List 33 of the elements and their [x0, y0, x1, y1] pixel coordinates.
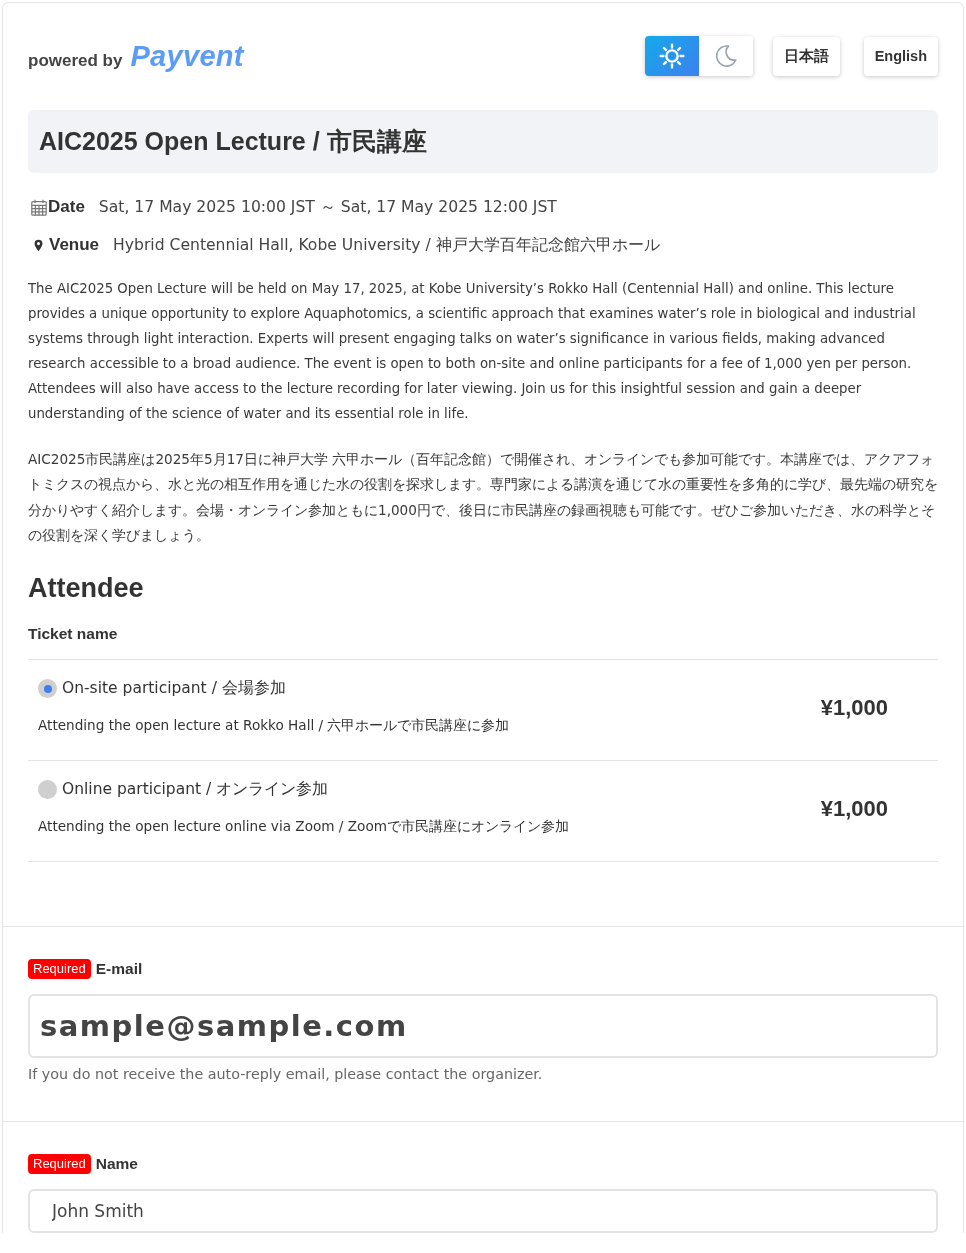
- description-paragraph: The AIC2025 Open Lecture will be held on May 17, 2025, at Kobe University’s Rokko Hall (Centennial Hall) and online. This lecture provides a unique opportunity to explore Aquaphotomics, a scientific approach that examines water’s role in biological and industrial systems through light interaction. Experts will present engaging talks on water’s significance in various fields, making advanced research accessible to a broad audience. The event is open to both on-site and online participants for a fee of 1,000 yen per person. Attendees will also have access to the lecture recording for later viewing. Join us for this insightful session and gain a deeper understanding of the science of water and its essential role in life.: [28, 280, 917, 423]
- calendar-icon: [31, 198, 47, 216]
- detail-value: Hybrid Centennial Hall, Kobe University / 神戸大学百年記念館六甲ホール: [113, 234, 660, 256]
- event-title: AIC2025 Open Lecture / 市民講座: [28, 110, 938, 173]
- field-hint: If you do not receive the auto-reply email, please contact the organizer.: [28, 1064, 544, 1084]
- email-field[interactable]: sample@sample.com: [28, 993, 938, 1058]
- light-mode-button[interactable]: [644, 36, 699, 76]
- radio-button[interactable]: [38, 679, 57, 699]
- field-label: E-mail: [95, 959, 143, 978]
- required-badge: Required: [28, 958, 91, 979]
- dark-mode-button[interactable]: [698, 36, 753, 76]
- detail-value: Sat, 17 May 2025 10:00 JST ～ Sat, 17 May 2025 12:00 JST: [98, 196, 557, 218]
- detail-label: Venue: [49, 235, 100, 255]
- required-badge: Required: [28, 1153, 91, 1174]
- ticket-price: ¥1,000: [820, 695, 888, 722]
- powered-by-text: powered by: [28, 50, 123, 71]
- description-paragraph: AIC2025市民講座は2025年5月17日に神戸大学 六甲ホール（百年記念館）で開催され、オンラインでも参加可能です。本講座では、アクアフォトミクスの視点から、水と光の相互作用を通じた水の役割を探求します。専門家による講演を通じて水の重要性を多角的に学び、最先端の研究を分かりやすく紹介します。会場・オンライン参加ともに1,000円で、後日に市民講座の録画視聴も可能です。ぜひご参加いただき、水の科学とその役割を深く学びましょう。: [28, 450, 938, 546]
- ticket-name[interactable]: Online participant / オンライン参加: [62, 779, 329, 801]
- language-button[interactable]: English: [863, 36, 938, 76]
- map-pin-icon: [34, 238, 43, 252]
- ticket-price: ¥1,000: [820, 796, 888, 823]
- detail-label: Date: [48, 197, 85, 217]
- language-button[interactable]: 日本語: [772, 36, 840, 76]
- section-heading: Attendee: [28, 571, 145, 604]
- ticket-description: Attending the open lecture at Rokko Hall / 六甲ホールで市民講座に参加: [38, 715, 510, 735]
- ticket-name[interactable]: On-site participant / 会場参加: [62, 678, 286, 700]
- radio-button[interactable]: [38, 780, 57, 800]
- field-label: Name: [95, 1154, 138, 1173]
- logo: Payvent: [130, 39, 244, 73]
- sun-icon: [658, 43, 685, 69]
- moon-icon: [713, 44, 738, 68]
- ticket-description: Attending the open lecture online via Zoom / Zoomで市民講座にオンライン参加: [38, 816, 569, 836]
- column-header: Ticket name: [28, 623, 119, 644]
